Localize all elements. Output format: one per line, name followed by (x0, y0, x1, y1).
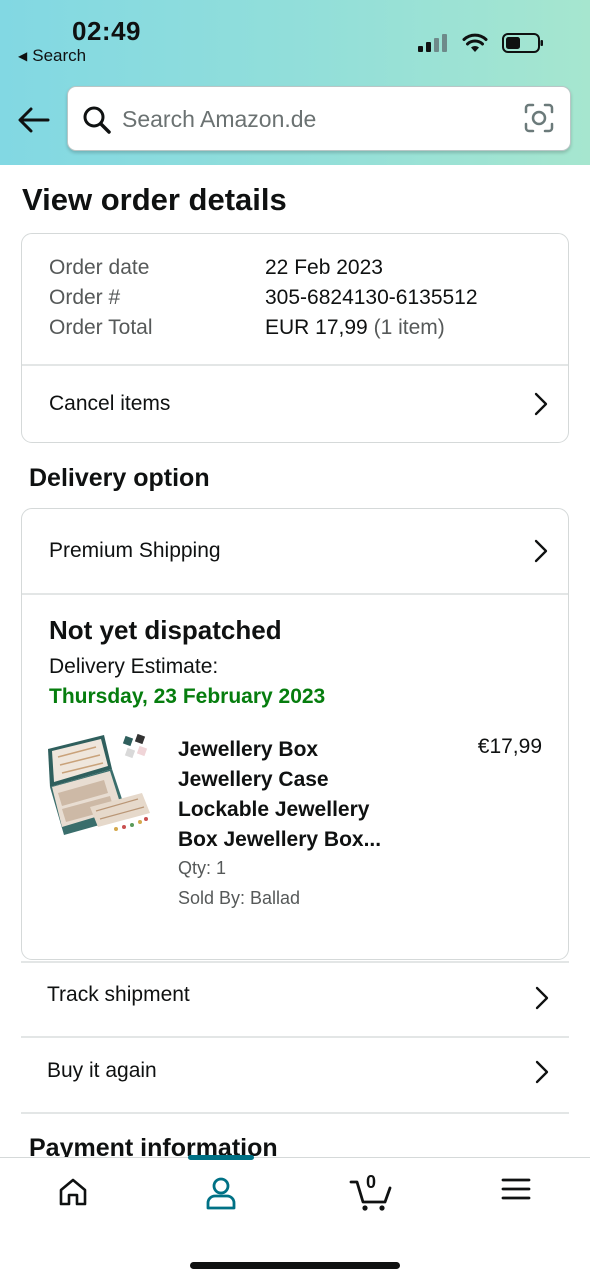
order-total-row: Order Total EUR 17,99 (1 item) (49, 316, 445, 340)
chevron-right-icon (535, 1060, 549, 1084)
order-number-label: Order # (49, 286, 121, 309)
delivery-estimate-date: Thursday, 23 February 2023 (49, 685, 326, 708)
product-title-line: Jewellery Box (178, 738, 319, 761)
status-back-label: Search (32, 46, 87, 65)
order-summary-card: Order date 22 Feb 2023 Order # 305-68241… (21, 233, 569, 443)
home-icon (59, 1178, 87, 1206)
bottom-tab-bar: 0 (0, 1155, 590, 1280)
order-total-value: EUR 17,99 (265, 316, 368, 339)
order-number-row: Order # 305-6824130-6135512 (49, 286, 478, 310)
tab-home[interactable] (48, 1176, 98, 1216)
order-item-count: (1 item) (373, 316, 445, 339)
back-arrow-icon[interactable] (16, 104, 52, 136)
header: 02:49 ◀ Search (0, 0, 590, 165)
menu-icon (501, 1178, 531, 1200)
chevron-right-icon (534, 392, 548, 416)
page-title: View order details (22, 182, 287, 217)
order-date-value: 22 Feb 2023 (265, 256, 383, 279)
buy-again-row[interactable]: Buy it again (21, 1037, 569, 1112)
home-indicator (190, 1262, 400, 1269)
account-icon (206, 1177, 236, 1210)
product-title-line: Box Jewellery Box... (178, 828, 382, 851)
search-input[interactable] (122, 101, 502, 137)
product-title-line: Jewellery Case (178, 768, 329, 791)
tab-menu[interactable] (491, 1176, 541, 1216)
product-title-line: Lockable Jewellery (178, 798, 370, 821)
shipping-label: Premium Shipping (49, 539, 221, 562)
back-triangle-icon: ◀ (18, 49, 28, 63)
product-image[interactable] (46, 729, 158, 841)
product-price: €17,99 (477, 735, 542, 758)
order-date-label: Order date (49, 256, 150, 279)
track-shipment-row[interactable]: Track shipment (21, 962, 569, 1036)
product-seller: Sold By: Ballad (178, 888, 301, 908)
premium-shipping-row[interactable]: Premium Shipping (22, 509, 568, 593)
dispatch-status: Not yet dispatched (49, 615, 282, 645)
wifi-icon (462, 33, 488, 52)
chevron-right-icon (534, 539, 548, 563)
order-total-label: Order Total (49, 316, 153, 339)
status-back-link[interactable]: ◀ Search (18, 46, 86, 66)
delivery-card: Premium Shipping Not yet dispatched Deli… (21, 508, 569, 960)
track-shipment-label: Track shipment (47, 983, 190, 1006)
tab-cart[interactable]: 0 (346, 1172, 396, 1216)
search-bar[interactable] (67, 86, 571, 151)
divider (22, 593, 568, 595)
tab-account[interactable] (196, 1176, 246, 1216)
order-number-value: 305-6824130-6135512 (265, 286, 478, 309)
battery-icon (502, 33, 543, 53)
signal-icon (418, 34, 447, 52)
status-time: 02:49 (72, 16, 141, 46)
order-date-row: Order date 22 Feb 2023 (49, 256, 383, 280)
chevron-right-icon (535, 986, 549, 1010)
active-tab-indicator (188, 1155, 254, 1160)
delivery-section-title: Delivery option (29, 464, 210, 492)
divider (21, 1112, 569, 1114)
cart-count-badge: 0 (366, 1172, 377, 1192)
product-qty: Qty: 1 (178, 858, 227, 878)
cancel-items-label: Cancel items (49, 392, 171, 415)
product-title[interactable]: Jewellery Box Jewellery Case Lockable Je… (178, 735, 398, 855)
cancel-items-row[interactable]: Cancel items (22, 365, 568, 443)
status-icons (418, 33, 544, 53)
buy-again-label: Buy it again (47, 1059, 157, 1082)
search-icon (83, 106, 111, 134)
camera-scan-icon[interactable] (524, 103, 554, 133)
delivery-estimate-label: Delivery Estimate: (49, 655, 219, 678)
